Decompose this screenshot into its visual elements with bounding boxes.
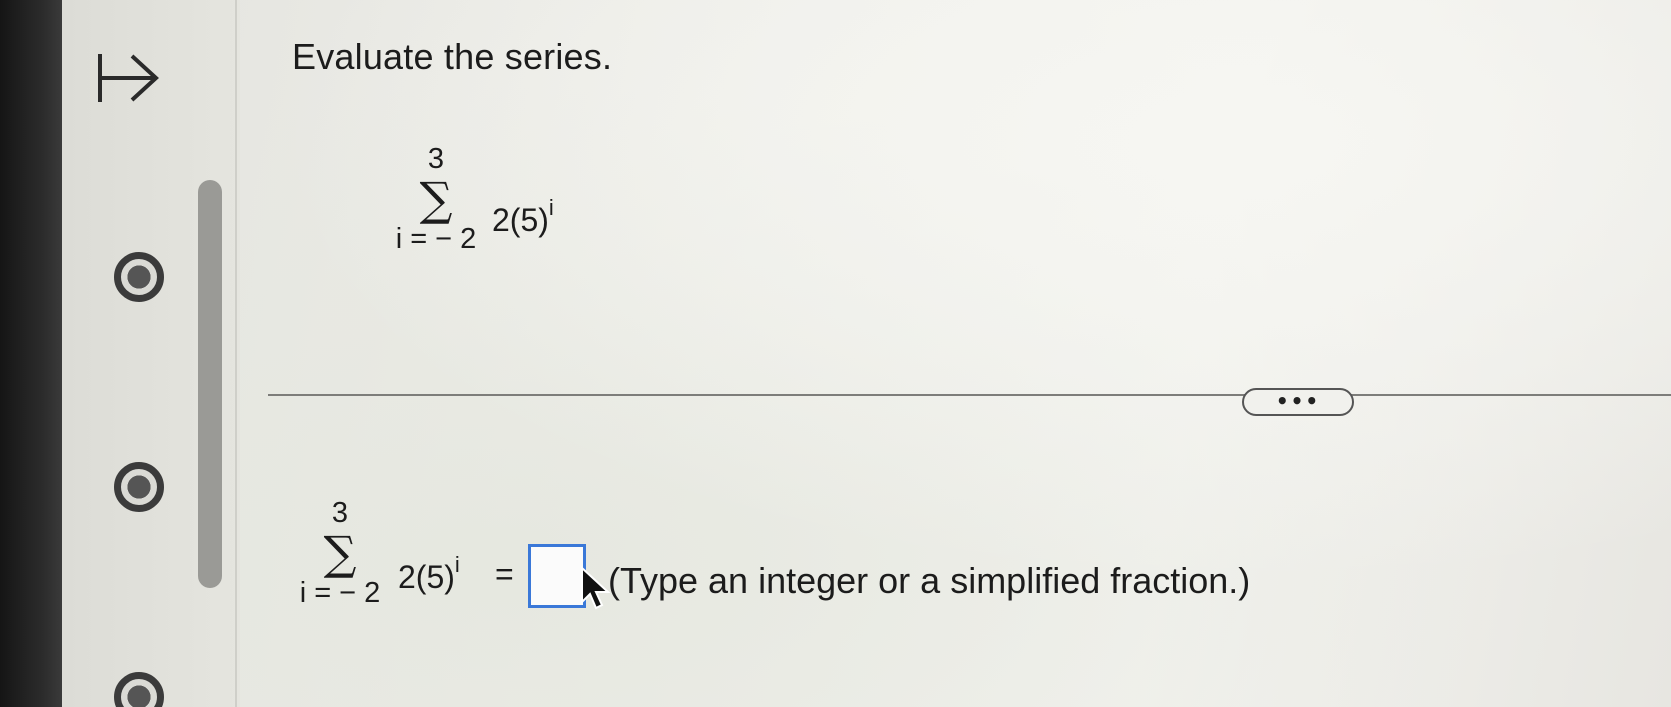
section-divider (268, 394, 1671, 396)
question-prompt: Evaluate the series. (292, 36, 613, 77)
answer-summation: 3 ∑ i = − 2 (290, 498, 390, 608)
term-exponent: i (548, 195, 554, 220)
upper-limit: 3 (331, 497, 349, 529)
screen: Evaluate the series. 3 ∑ i = − 2 2(5)i •… (0, 0, 1671, 707)
series-term: 2(5)i (492, 195, 554, 239)
scrollbar[interactable] (198, 180, 222, 588)
sigma-icon: ∑ (419, 172, 453, 226)
answer-hint: (Type an integer or a simplified fractio… (608, 560, 1251, 601)
answer-input[interactable] (531, 547, 583, 605)
radio-button-icon[interactable] (114, 252, 164, 302)
mouse-cursor-icon (581, 566, 611, 610)
radio-button-icon[interactable] (114, 462, 164, 512)
rail-divider (235, 0, 237, 707)
equals-sign: = (495, 556, 514, 592)
term-base: 2(5) (492, 202, 549, 238)
monitor-bezel (0, 0, 62, 707)
more-options-button[interactable]: ••• (1242, 388, 1354, 416)
lower-limit: i = − 2 (395, 223, 477, 255)
term-base: 2(5) (398, 559, 455, 595)
sigma-icon: ∑ (323, 526, 357, 580)
series-summation: 3 ∑ i = − 2 (386, 144, 486, 254)
lower-limit: i = − 2 (299, 577, 381, 609)
arrow-right-to-bar-icon[interactable] (96, 44, 162, 110)
term-exponent: i (454, 552, 460, 577)
upper-limit: 3 (427, 143, 445, 175)
answer-term: 2(5)i (398, 552, 460, 596)
